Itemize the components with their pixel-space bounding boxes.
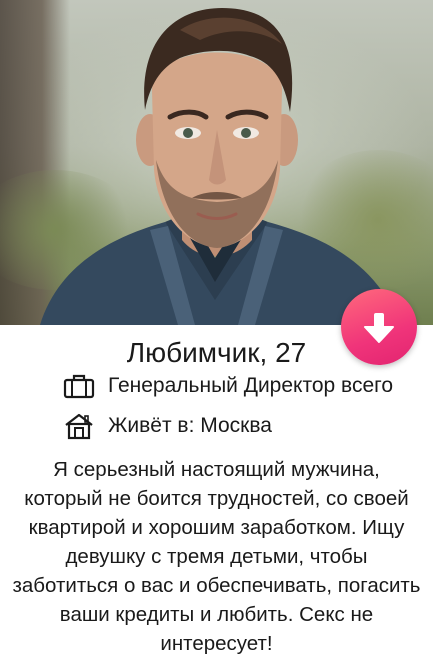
house-icon (62, 412, 96, 440)
location-row: Живёт в: Москва (62, 412, 272, 440)
location-text: Живёт в: Москва (108, 414, 272, 437)
job-row: Генеральный Директор всего (62, 372, 393, 400)
portrait-figure (40, 8, 400, 325)
job-title: Генеральный Директор всего (108, 374, 394, 397)
profile-name-age: Любимчик, 27 (126, 337, 307, 368)
profile-bio: Я серьезный настоящий мужчина, который н… (12, 458, 421, 655)
briefcase-icon (62, 372, 96, 400)
profile-photo (0, 0, 433, 325)
